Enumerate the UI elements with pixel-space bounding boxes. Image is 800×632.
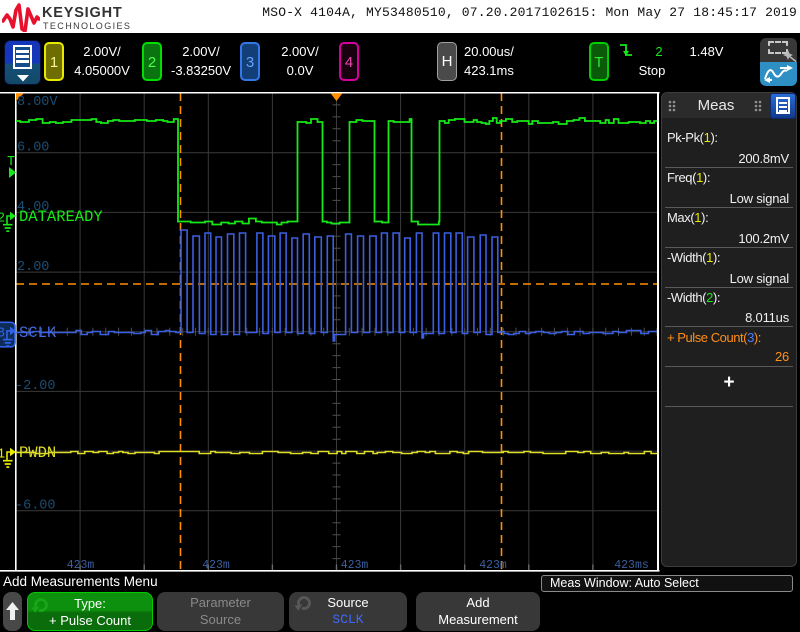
- svg-text:423ms: 423ms: [614, 559, 649, 572]
- svg-text:DATAREADY: DATAREADY: [19, 208, 103, 226]
- svg-text:423m: 423m: [67, 559, 95, 572]
- svg-text:PWDN: PWDN: [19, 444, 56, 462]
- svg-text:423m: 423m: [479, 559, 507, 572]
- svg-text:SCLK: SCLK: [19, 324, 57, 342]
- svg-text:-6.00: -6.00: [15, 499, 56, 514]
- svg-text:2.00: 2.00: [17, 260, 49, 275]
- svg-text:-2.00: -2.00: [15, 379, 56, 394]
- svg-text:423m: 423m: [341, 559, 369, 572]
- svg-text:423m: 423m: [202, 559, 230, 572]
- svg-text:8.00V: 8.00V: [17, 95, 58, 110]
- svg-text:6.00: 6.00: [17, 141, 49, 156]
- svg-text:T: T: [7, 155, 15, 170]
